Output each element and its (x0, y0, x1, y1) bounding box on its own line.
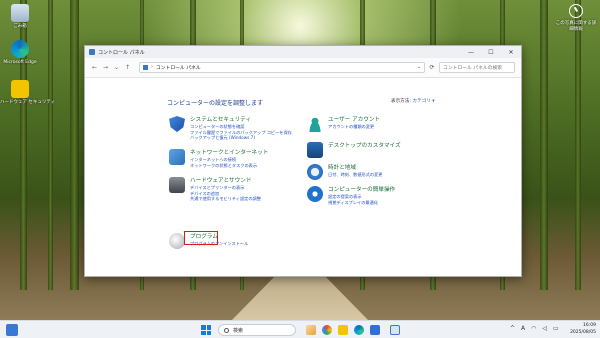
search-icon (224, 327, 229, 333)
widgets-icon[interactable] (6, 324, 18, 336)
category-title[interactable]: ネットワークとインターネット (190, 149, 268, 157)
printer-icon (169, 177, 185, 193)
control-panel-icon (143, 65, 148, 70)
category-system-security: システムとセキュリティ コンピューターの状態を確認 ファイル履歴でファイルのバッ… (169, 116, 292, 141)
breadcrumb-location[interactable]: コントロール パネル (156, 64, 201, 71)
category-title[interactable]: システムとセキュリティ (190, 116, 292, 124)
address-bar: ← → ⌄ ↑ › コントロール パネル ⌄ ⟳ コントロール パネルの検索 (85, 58, 521, 78)
breadcrumb-chevron: › (151, 65, 153, 70)
volume-icon[interactable]: ◁ (542, 325, 547, 332)
tray-overflow-chevron[interactable]: ^ (510, 325, 515, 332)
recent-locations-button[interactable]: ⌄ (111, 64, 122, 71)
system-tray: ^ A ◠ ◁ ▭ (510, 325, 559, 332)
desktop-customization-icon (307, 142, 323, 158)
address-field[interactable]: › コントロール パネル ⌄ (139, 62, 425, 73)
forward-button[interactable]: → (100, 64, 111, 71)
category-title[interactable]: コンピューターの簡単操作 (328, 186, 395, 194)
category-link[interactable]: バックアップと復元 (Windows 7) (190, 135, 292, 141)
control-panel-icon (89, 49, 95, 55)
security-check-icon (11, 80, 29, 98)
camera-icon (569, 4, 583, 18)
search-input[interactable]: コントロール パネルの検索 (439, 62, 515, 73)
category-appearance: デスクトップのカスタマイズ (307, 142, 401, 158)
view-by-dropdown[interactable]: カテゴリ ▾ (412, 99, 434, 104)
minimize-button[interactable]: — (461, 46, 481, 58)
start-button[interactable] (201, 325, 211, 335)
battery-icon[interactable]: ▭ (553, 325, 559, 332)
back-button[interactable]: ← (89, 64, 100, 71)
page-heading: コンピューターの設定を調整します (167, 100, 264, 107)
desktop-icon-edge[interactable]: Microsoft Edge (0, 40, 40, 66)
category-link[interactable]: アカウントの種類の変更 (328, 124, 380, 130)
control-panel-taskbar-icon[interactable] (390, 325, 400, 335)
programs-icon (169, 233, 185, 249)
chrome-icon[interactable] (322, 325, 332, 335)
control-panel-window: コントロール パネル — ☐ ✕ ← → ⌄ ↑ › コントロール パネル ⌄ … (84, 45, 522, 277)
view-by: 表示方法: カテゴリ ▾ (391, 98, 435, 104)
category-title[interactable]: ユーザー アカウント (328, 116, 380, 124)
clock-globe-icon (307, 164, 323, 180)
category-ease-of-access: コンピューターの簡単操作 設定の提案の表示 視覚ディスプレイの最適化 (307, 186, 395, 205)
category-hardware-sound: ハードウェアとサウンド デバイスとプリンターの表示 デバイスの追加 共通で使用す… (169, 177, 261, 202)
network-icon (169, 149, 185, 165)
edge-icon[interactable] (354, 325, 364, 335)
category-link[interactable]: 日付、時刻、数値形式の変更 (328, 172, 382, 178)
desktop-icon-hardware-security[interactable]: ハードウェア セキュリティ (0, 80, 55, 106)
shield-icon (169, 116, 185, 132)
recycle-bin-icon (11, 4, 29, 22)
category-link[interactable]: 視覚ディスプレイの最適化 (328, 200, 395, 206)
taskbar: 検索 ^ A ◠ ◁ ▭ 16:09 2025/08/05 (0, 320, 600, 338)
ime-indicator[interactable]: A (521, 325, 525, 332)
edge-icon (11, 40, 29, 58)
view-by-label: 表示方法: (391, 99, 411, 104)
programs-highlight-box (184, 231, 218, 245)
user-icon (307, 116, 323, 132)
clock-date: 2025/08/05 (570, 329, 596, 335)
desktop-icon-recycle-bin[interactable]: ごみ箱 (0, 4, 40, 30)
window-title: コントロール パネル (98, 49, 145, 56)
spotlight-widget[interactable]: この写真に関する詳 細情報 (554, 4, 598, 33)
category-network-internet: ネットワークとインターネット インターネットへの接続 ネットワークの状態とタスク… (169, 149, 268, 168)
category-link[interactable]: 共通で使用するモビリティ設定の調整 (190, 196, 261, 202)
content-area: コンピューターの設定を調整します 表示方法: カテゴリ ▾ システムとセキュリテ… (85, 78, 521, 276)
category-link[interactable]: ネットワークの状態とタスクの表示 (190, 163, 268, 169)
taskbar-clock[interactable]: 16:09 2025/08/05 (566, 323, 600, 336)
title-bar[interactable]: コントロール パネル — ☐ ✕ (85, 46, 521, 58)
close-button[interactable]: ✕ (501, 46, 521, 58)
category-title[interactable]: デスクトップのカスタマイズ (328, 142, 401, 150)
store-icon[interactable] (370, 325, 380, 335)
category-title[interactable]: ハードウェアとサウンド (190, 177, 261, 185)
address-dropdown[interactable]: ⌄ (417, 65, 421, 70)
accessibility-icon (307, 186, 323, 202)
file-explorer-icon[interactable] (338, 325, 348, 335)
maximize-button[interactable]: ☐ (481, 46, 501, 58)
task-view-icon[interactable] (306, 325, 316, 335)
category-title[interactable]: 時計と地域 (328, 164, 382, 172)
taskbar-search-label: 検索 (233, 327, 244, 334)
up-button[interactable]: ↑ (122, 64, 133, 71)
taskbar-search[interactable]: 検索 (218, 324, 296, 336)
refresh-button[interactable]: ⟳ (425, 64, 439, 71)
category-clock-region: 時計と地域 日付、時刻、数値形式の変更 (307, 164, 382, 180)
category-user-accounts: ユーザー アカウント アカウントの種類の変更 (307, 116, 380, 132)
wifi-icon[interactable]: ◠ (531, 325, 536, 332)
